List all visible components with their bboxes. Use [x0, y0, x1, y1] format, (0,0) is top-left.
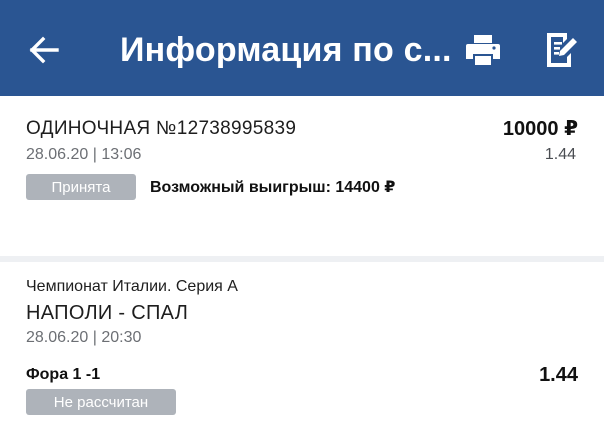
bet-datetime: 28.06.20 | 13:06 [26, 146, 142, 163]
event-match: НАПОЛИ - СПАЛ [26, 302, 189, 324]
bet-status-badge: Принята [26, 174, 136, 200]
edit-button[interactable] [540, 28, 582, 70]
bet-summary-card: ОДИНОЧНАЯ №12738995839 10000 ₽ 28.06.20 … [0, 96, 604, 256]
event-coefficient: 1.44 [539, 364, 578, 386]
print-button[interactable] [462, 30, 504, 70]
page-title: Информация по с... [120, 31, 452, 69]
printer-icon [466, 35, 500, 65]
edit-note-icon [547, 33, 577, 67]
event-card: Чемпионат Италии. Серия А НАПОЛИ - СПАЛ … [0, 262, 604, 434]
back-button[interactable] [22, 30, 66, 70]
event-datetime: 28.06.20 | 20:30 [26, 329, 142, 346]
event-market: Фора 1 -1 [26, 366, 101, 383]
event-status-badge: Не рассчитан [26, 389, 176, 415]
app-header: Информация по с... [0, 0, 604, 96]
event-league: Чемпионат Италии. Серия А [26, 278, 238, 295]
possible-win: Возможный выигрыш: 14400 ₽ [150, 179, 396, 196]
arrow-left-icon [29, 36, 59, 64]
bet-type-number: ОДИНОЧНАЯ №12738995839 [26, 118, 297, 139]
bet-coefficient: 1.44 [544, 146, 576, 163]
bet-amount: 10000 ₽ [502, 118, 578, 140]
